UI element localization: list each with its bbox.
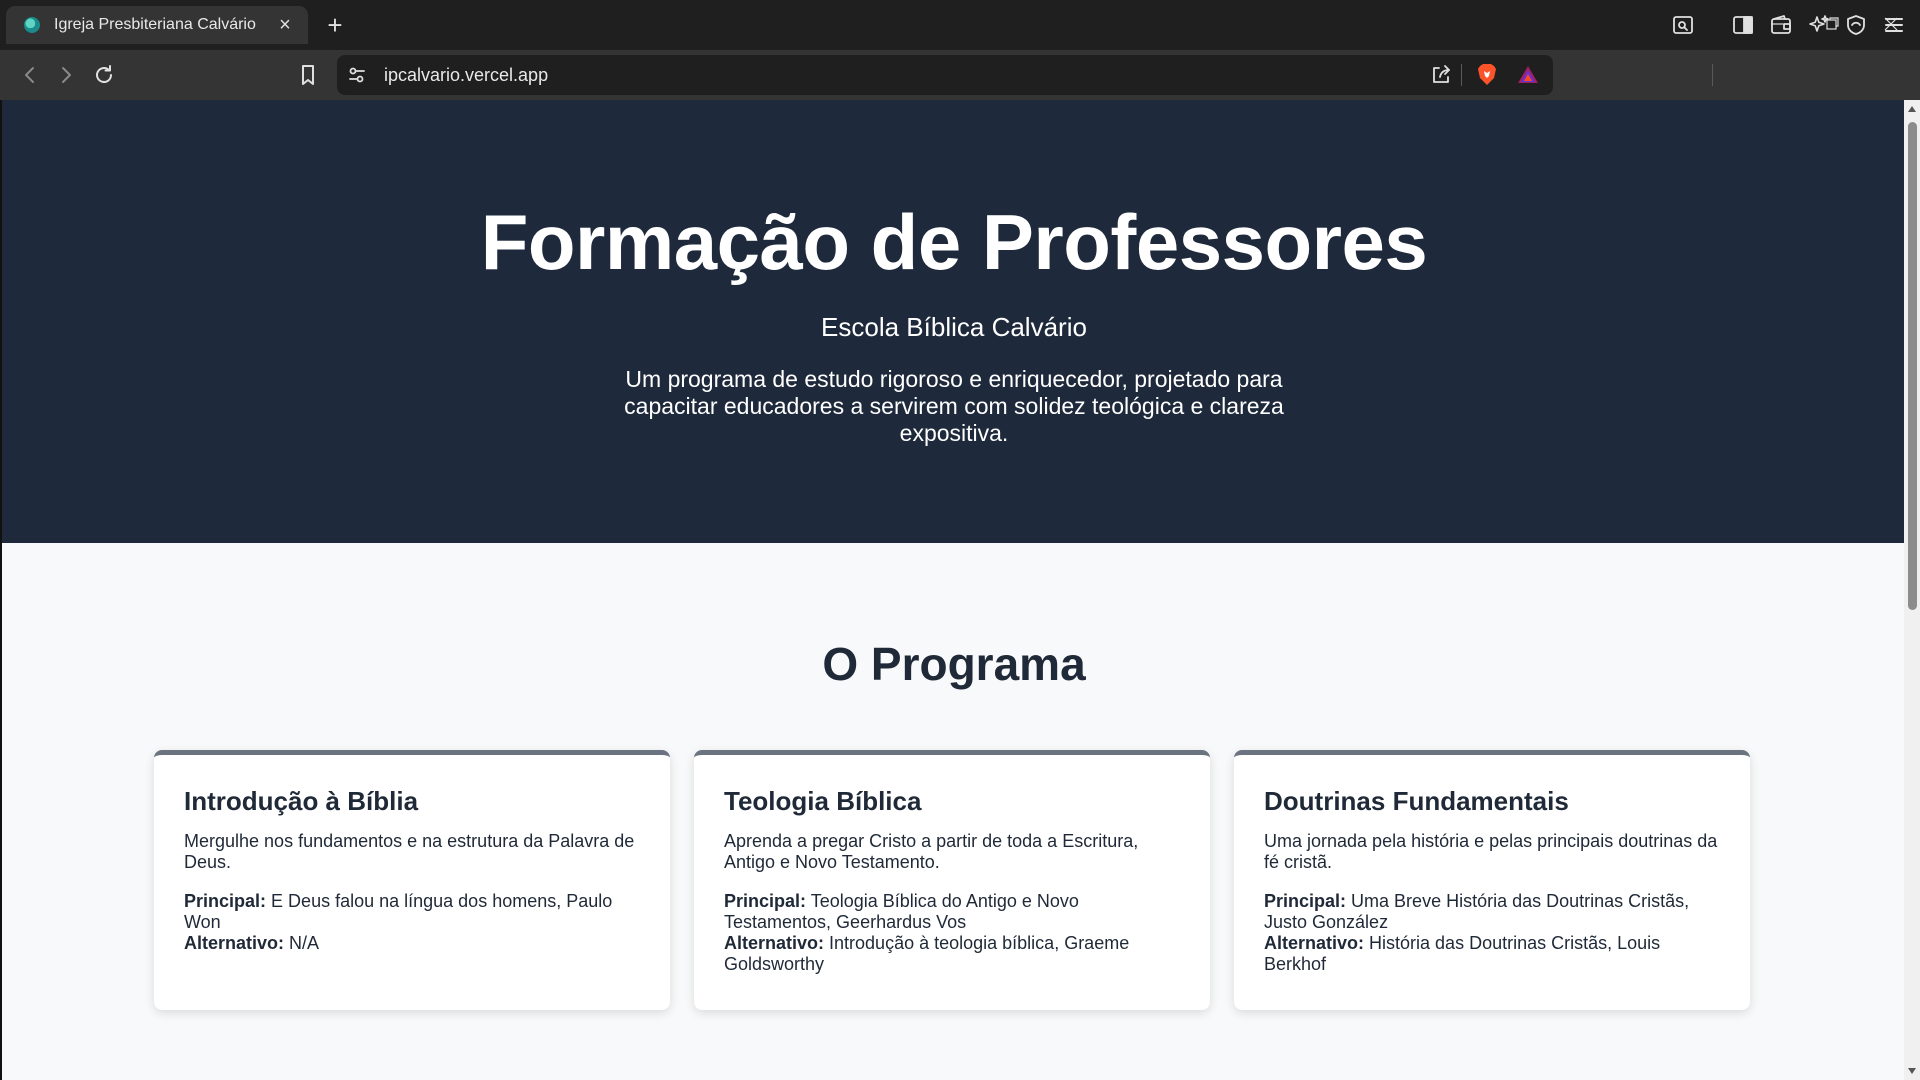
hero-description: Um programa de estudo rigoroso e enrique…: [624, 366, 1284, 446]
alternativo-label: Alternativo:: [724, 933, 825, 953]
brave-lion-icon[interactable]: [1474, 62, 1500, 88]
title-bar: Igreja Presbiteriana Calvário × +: [0, 0, 1920, 50]
tab-title: Igreja Presbiteriana Calvário: [54, 16, 256, 33]
sidebar-icon[interactable]: [1730, 12, 1756, 38]
brave-rewards-triangle-icon[interactable]: [1515, 62, 1541, 88]
page-viewport: Formação de Professores Escola Bíblica C…: [0, 100, 1920, 1080]
alternativo-label: Alternativo:: [1264, 933, 1365, 953]
section-title: O Programa: [822, 638, 1086, 690]
browser-tab[interactable]: Igreja Presbiteriana Calvário ×: [6, 6, 308, 44]
alternativo-reference: Alternativo: N/A: [184, 933, 640, 954]
card-title: Introdução à Bíblia: [184, 786, 419, 816]
card-title: Doutrinas Fundamentais: [1264, 786, 1569, 816]
scroll-down-arrow-icon[interactable]: [1908, 1068, 1916, 1074]
tune-icon[interactable]: [344, 62, 370, 88]
scroll-up-arrow-icon[interactable]: [1908, 106, 1916, 112]
principal-label: Principal:: [184, 891, 267, 911]
principal-reference: Principal: Uma Breve História das Doutri…: [1264, 891, 1720, 933]
back-arrow-icon[interactable]: [17, 62, 43, 88]
globe-favicon-icon: [24, 17, 40, 33]
alternativo-book: N/A: [289, 933, 320, 953]
search-page-icon[interactable]: [1670, 12, 1696, 38]
wallet-icon[interactable]: [1768, 12, 1794, 38]
card-description: Mergulhe nos fundamentos e na estrutura …: [184, 831, 635, 872]
url-text: ipcalvario.vercel.app: [384, 65, 549, 85]
vertical-scrollbar[interactable]: [1904, 100, 1920, 1080]
plus-icon[interactable]: +: [322, 12, 348, 38]
divider: [1712, 64, 1713, 86]
principal-label: Principal:: [724, 891, 807, 911]
scrollbar-thumb[interactable]: [1908, 122, 1917, 610]
card-description: Aprenda a pregar Cristo a partir de toda…: [724, 831, 1139, 872]
share-icon[interactable]: [1428, 62, 1454, 88]
forward-arrow-icon[interactable]: [53, 62, 79, 88]
course-card: Teologia Bíblica Aprenda a pregar Cristo…: [694, 750, 1210, 1010]
principal-reference: Principal: Teologia Bíblica do Antigo e …: [724, 891, 1180, 933]
alternativo-reference: Alternativo: Introdução à teologia bíbli…: [724, 933, 1180, 975]
leo-sparkle-icon[interactable]: [1806, 12, 1832, 38]
vpn-shield-icon[interactable]: [1843, 12, 1869, 38]
reload-icon[interactable]: [91, 62, 117, 88]
alternativo-label: Alternativo:: [184, 933, 285, 953]
bookmark-icon[interactable]: [295, 62, 321, 88]
card-description: Uma jornada pela história e pelas princi…: [1264, 831, 1718, 872]
divider: [1461, 64, 1462, 86]
card-title: Teologia Bíblica: [724, 786, 922, 816]
hamburger-menu-icon[interactable]: [1881, 12, 1907, 38]
hero-subtitle: Escola Bíblica Calvário: [821, 312, 1087, 342]
course-card: Introdução à Bíblia Mergulhe nos fundame…: [154, 750, 670, 1010]
page-title: Formação de Professores: [480, 198, 1428, 286]
course-card: Doutrinas Fundamentais Uma jornada pela …: [1234, 750, 1750, 1010]
principal-reference: Principal: E Deus falou na língua dos ho…: [184, 891, 640, 933]
close-icon[interactable]: ×: [274, 14, 296, 36]
principal-label: Principal:: [1264, 891, 1347, 911]
alternativo-reference: Alternativo: História das Doutrinas Cris…: [1264, 933, 1720, 975]
hero-section: Formação de Professores Escola Bíblica C…: [2, 100, 1906, 543]
